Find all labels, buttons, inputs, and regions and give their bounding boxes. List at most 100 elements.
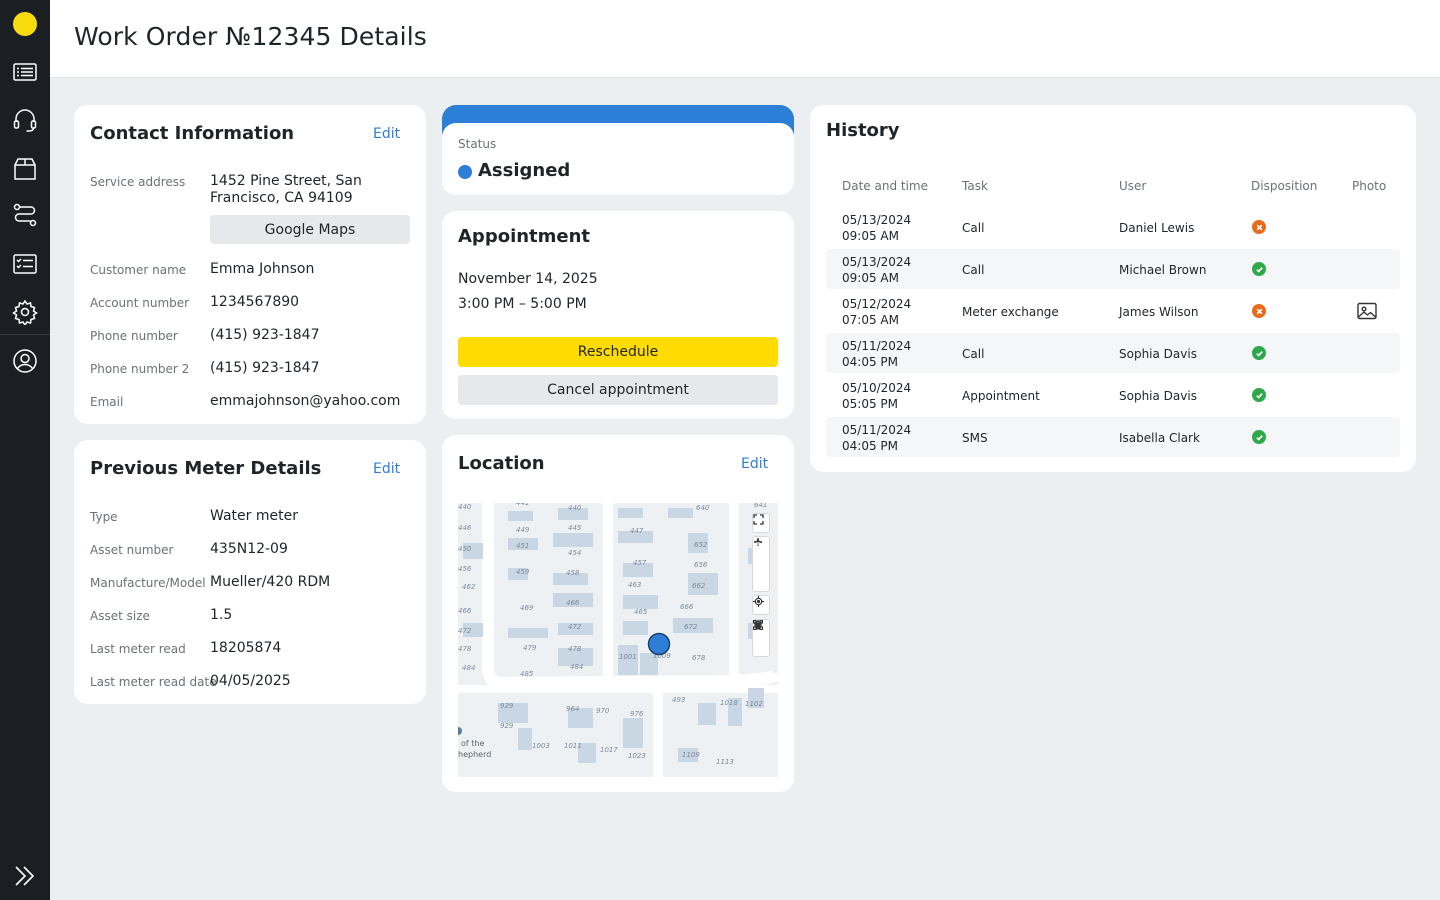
- column-header-date: Date and time: [842, 179, 928, 193]
- table-row[interactable]: 05/11/2024 04:05 PM SMS Isabella Clark: [826, 417, 1400, 457]
- map-label: 451: [516, 542, 529, 550]
- map-label: 484: [570, 663, 583, 671]
- customer-name: Emma Johnson: [210, 261, 315, 277]
- history-date: 05/11/2024: [842, 339, 912, 353]
- settings-icon[interactable]: [12, 299, 38, 325]
- map-label: 466: [566, 599, 580, 607]
- phone-value: (415) 923-1847: [210, 327, 320, 343]
- service-address-line1: 1452 Pine Street, San: [210, 173, 362, 189]
- map-locate-control[interactable]: [752, 595, 770, 615]
- map-place-label: of the: [461, 739, 484, 748]
- history-time: 04:05 PM: [842, 439, 898, 453]
- history-user: Sophia Davis: [1119, 347, 1197, 361]
- table-row[interactable]: 05/13/2024 09:05 AM Call Daniel Lewis: [826, 207, 1400, 247]
- map-label: 485: [520, 670, 534, 678]
- map-label: 462: [462, 583, 476, 591]
- history-time: 05:05 PM: [842, 397, 898, 411]
- status-card: Status Assigned: [442, 105, 794, 195]
- contact-edit-link[interactable]: Edit: [373, 126, 400, 142]
- google-maps-button[interactable]: Google Maps: [210, 215, 410, 244]
- asset-number-label: Asset number: [90, 543, 174, 557]
- success-icon: [1252, 262, 1266, 276]
- service-address-label: Service address: [90, 175, 186, 189]
- user-icon[interactable]: [12, 348, 38, 374]
- previous-meter-card: Previous Meter Details Edit Type Water m…: [74, 440, 426, 704]
- map-label: 1017: [600, 746, 618, 754]
- map-label: 652: [694, 541, 708, 549]
- fullscreen-icon[interactable]: [752, 514, 770, 532]
- locate-icon[interactable]: [752, 596, 770, 614]
- history-time: 07:05 AM: [842, 313, 899, 327]
- compass-icon[interactable]: [752, 538, 770, 591]
- map-label: 1113: [716, 758, 734, 766]
- service-address-line2: Francisco, CA 94109: [210, 190, 353, 206]
- map-label: 458: [566, 569, 580, 577]
- history-task: Appointment: [962, 389, 1040, 403]
- history-task: Call: [962, 347, 985, 361]
- map-place-label: hepherd: [458, 750, 491, 759]
- table-row[interactable]: 05/11/2024 04:05 PM Call Sophia Davis: [826, 333, 1400, 373]
- map-label: 479: [523, 644, 537, 652]
- phone2-label: Phone number 2: [90, 362, 190, 376]
- map-label: 640: [696, 504, 710, 512]
- location-map[interactable]: 441 440 440 446 449 445 450 451 454 456 …: [458, 503, 778, 777]
- map-label: 964: [566, 705, 579, 713]
- column-header-task: Task: [962, 179, 988, 193]
- sidebar: [0, 0, 50, 900]
- table-row[interactable]: 05/12/2024 07:05 AM Meter exchange James Wi…: [826, 291, 1400, 331]
- history-user: Daniel Lewis: [1119, 221, 1195, 235]
- map-label: 457: [633, 559, 647, 567]
- map-label: 456: [458, 565, 472, 573]
- failure-icon: [1252, 220, 1266, 234]
- map-label: 484: [462, 664, 475, 672]
- map-label: 465: [634, 608, 648, 616]
- map-label: 1001: [619, 653, 637, 661]
- route-icon[interactable]: [12, 202, 38, 228]
- last-read: 18205874: [210, 640, 282, 656]
- logo[interactable]: [13, 12, 37, 36]
- box-icon[interactable]: [12, 156, 38, 182]
- history-time: 04:05 PM: [842, 355, 898, 369]
- map-label: 446: [458, 524, 472, 532]
- map-zoom-control[interactable]: [752, 536, 770, 592]
- meter-title: Previous Meter Details: [90, 458, 322, 479]
- map-draw-control[interactable]: [752, 619, 770, 657]
- checklist-icon[interactable]: [12, 251, 38, 277]
- success-icon: [1252, 430, 1266, 444]
- last-read-date-label: Last meter read date: [90, 675, 217, 689]
- zoom-out-icon[interactable]: [752, 541, 770, 573]
- location-title: Location: [458, 453, 545, 474]
- headset-icon[interactable]: [12, 107, 38, 133]
- table-row[interactable]: 05/13/2024 09:05 AM Call Michael Brown: [826, 249, 1400, 289]
- meter-edit-link[interactable]: Edit: [373, 461, 400, 477]
- map-label: 1011: [564, 742, 582, 750]
- map-label: 478: [568, 645, 582, 653]
- page-header: Work Order №12345 Details: [50, 0, 1440, 78]
- trash-icon[interactable]: [752, 620, 770, 656]
- list-icon[interactable]: [12, 59, 38, 85]
- map-label: 445: [568, 524, 582, 532]
- column-header-user: User: [1119, 179, 1147, 193]
- location-pin: [647, 632, 671, 656]
- map-fullscreen-control[interactable]: [752, 513, 770, 533]
- contact-title: Contact Information: [90, 123, 295, 144]
- asset-size-label: Asset size: [90, 609, 150, 623]
- map-label: 970: [596, 707, 610, 715]
- table-row[interactable]: 05/10/2024 05:05 PM Appointment Sophia Davi…: [826, 375, 1400, 415]
- map-label: 1102: [745, 700, 763, 708]
- history-time: 09:05 AM: [842, 271, 899, 285]
- status-dot: [458, 165, 472, 179]
- reschedule-button[interactable]: Reschedule: [458, 337, 778, 367]
- expand-icon[interactable]: [12, 863, 38, 889]
- map-label: 449: [516, 526, 530, 534]
- cancel-appointment-button[interactable]: Cancel appointment: [458, 375, 778, 405]
- status-value: Assigned: [478, 160, 571, 181]
- photo-icon[interactable]: [1356, 301, 1378, 321]
- map-label: 662: [692, 582, 706, 590]
- location-edit-link[interactable]: Edit: [741, 456, 768, 472]
- email-label: Email: [90, 395, 124, 409]
- map-label: 1018: [720, 699, 738, 707]
- map-label: 656: [694, 561, 708, 569]
- account-number-label: Account number: [90, 296, 190, 310]
- last-read-date: 04/05/2025: [210, 673, 291, 689]
